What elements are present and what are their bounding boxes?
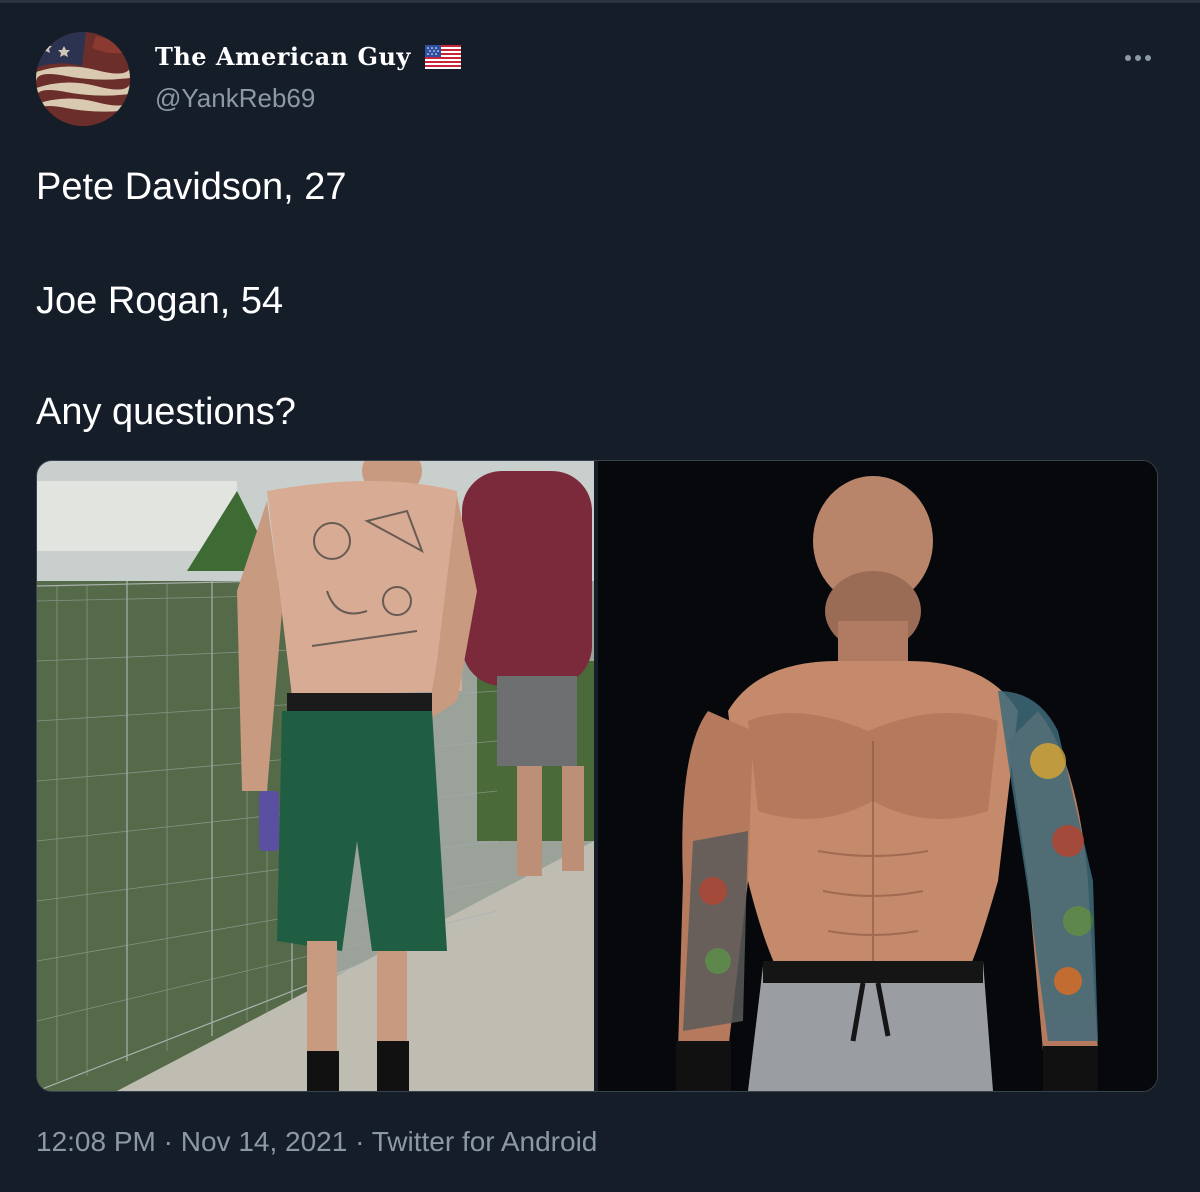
photo-muscular-man [598, 461, 1157, 1091]
photo-sidewalk-man [37, 461, 594, 1091]
tweet-media-grid [36, 460, 1158, 1092]
media-photo-left[interactable] [37, 461, 594, 1091]
tweet-time[interactable]: 12:08 PM [36, 1126, 156, 1157]
american-flag-icon [36, 32, 130, 126]
tweet-text-line-3: Any questions? [36, 391, 296, 433]
american-flag-avatar[interactable] [36, 32, 130, 126]
media-photo-right[interactable] [598, 461, 1157, 1091]
tweet-metadata: 12:08 PM · Nov 14, 2021 · Twitter for An… [36, 1126, 597, 1158]
more-options-icon[interactable] [1118, 48, 1158, 68]
separator-dot: · [355, 1126, 365, 1157]
tweet-text-line-2: Joe Rogan, 54 [36, 280, 284, 322]
user-handle[interactable]: @YankReb69 [155, 83, 315, 114]
tweet-source[interactable]: Twitter for Android [372, 1126, 598, 1157]
tweet-date[interactable]: Nov 14, 2021 [181, 1126, 348, 1157]
tweet-text-line-1: Pete Davidson, 27 [36, 166, 347, 208]
separator-dot: · [163, 1126, 173, 1157]
us-flag-icon [425, 45, 461, 69]
top-divider [0, 0, 1200, 3]
display-name[interactable]: The American Guy [155, 42, 411, 71]
